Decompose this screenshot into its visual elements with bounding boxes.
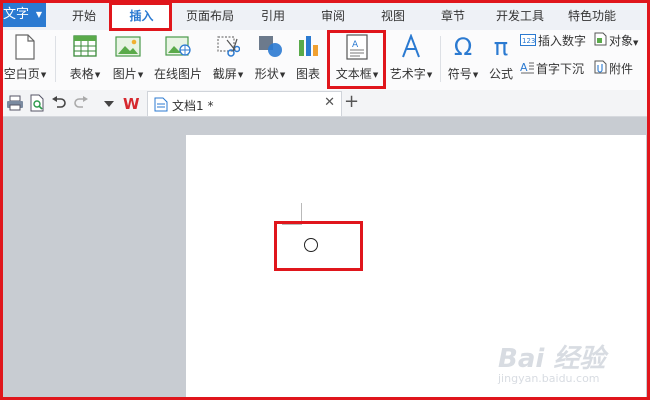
watermark-url: jingyan.baidu.com — [498, 372, 600, 385]
watermark-logo: Bai 经验 — [498, 344, 606, 374]
highlight-textbox-button — [327, 30, 386, 89]
highlight-insert-tab — [109, 2, 172, 31]
highlight-circle-area — [274, 221, 363, 271]
